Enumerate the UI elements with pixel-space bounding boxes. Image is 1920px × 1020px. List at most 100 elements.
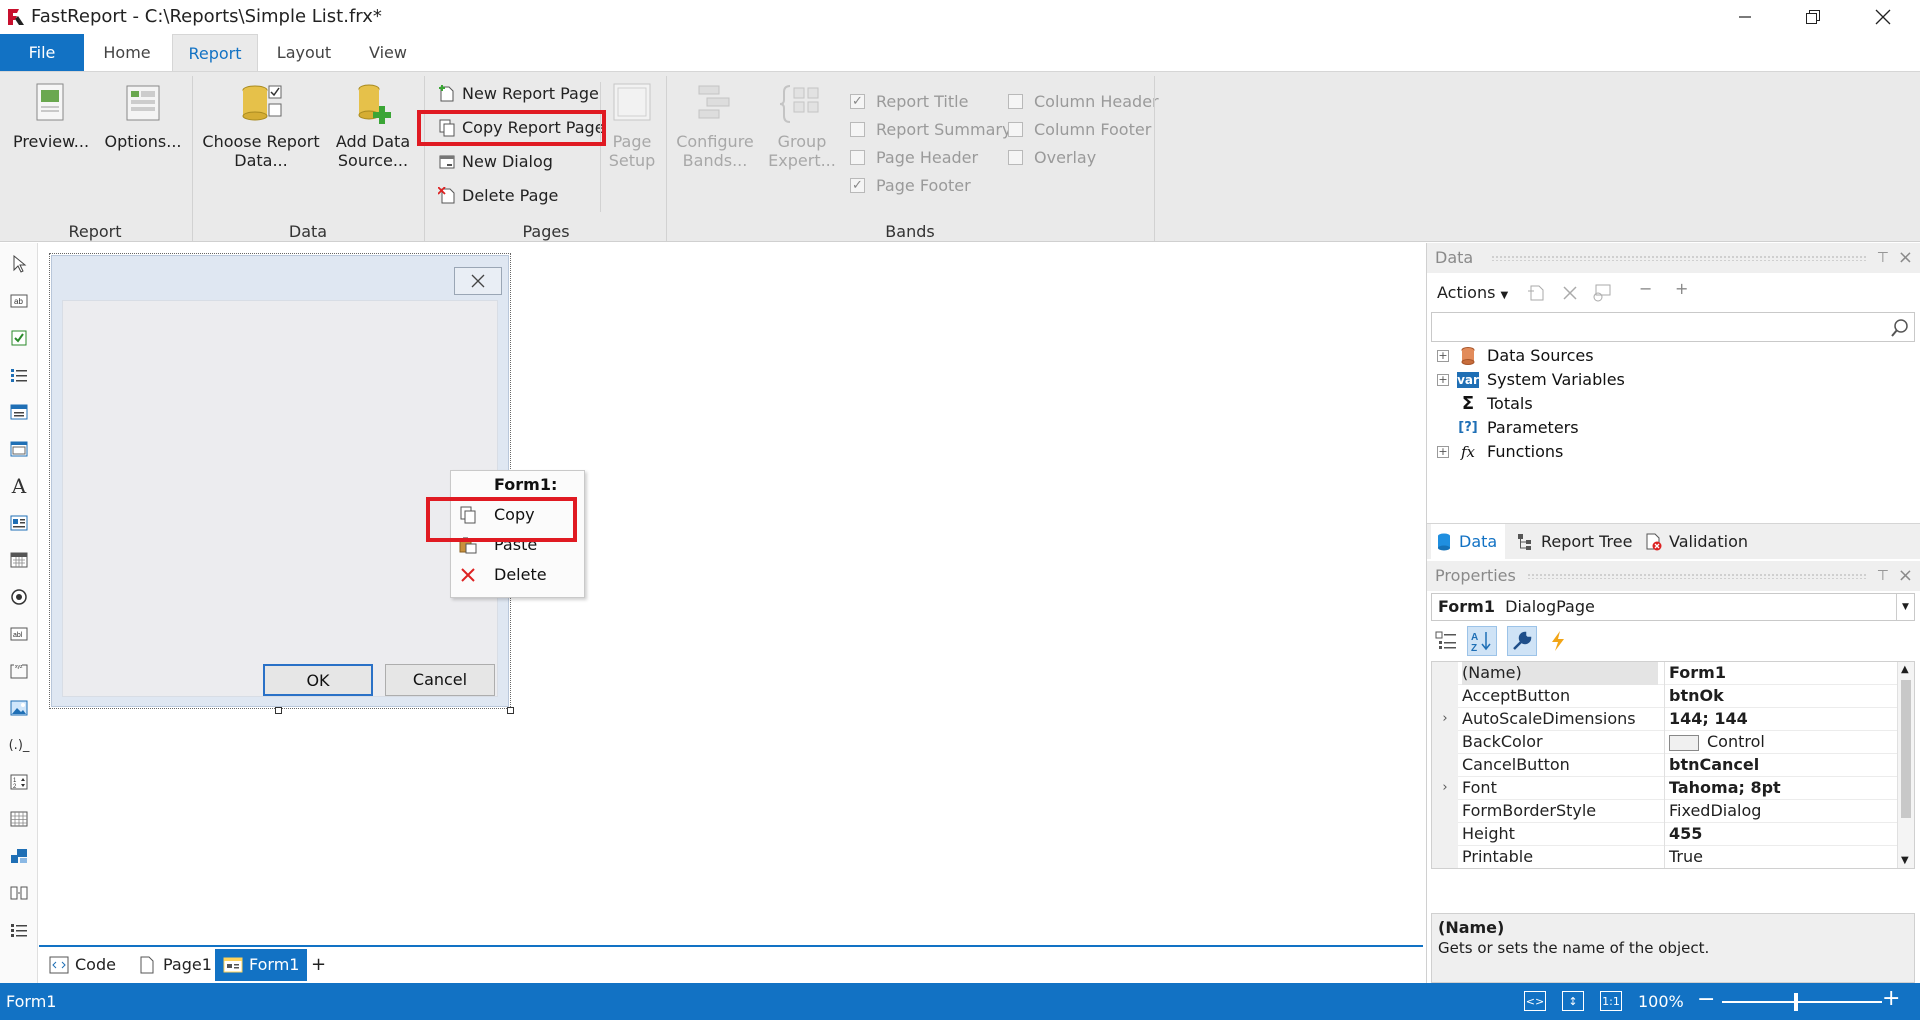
property-grid-scrollbar[interactable]: ▲ ▼ <box>1897 662 1914 868</box>
configure-bands-button[interactable]: Configure Bands... <box>672 72 758 170</box>
expand-icon[interactable]: + <box>1437 350 1449 362</box>
expand-all-button[interactable]: + <box>1675 279 1688 298</box>
close-icon[interactable]: × <box>1898 243 1913 273</box>
property-row[interactable]: FormBorderStyle FixedDialog <box>1432 800 1898 823</box>
report-title-checkbox[interactable]: ✓ Report Title <box>850 89 968 115</box>
minimize-button[interactable] <box>1710 0 1780 34</box>
property-row[interactable]: › Font Tahoma; 8pt <box>1432 777 1898 800</box>
events-button[interactable] <box>1543 626 1573 656</box>
property-row[interactable]: CancelButton btnCancel <box>1432 754 1898 777</box>
property-row[interactable]: AcceptButton btnOk <box>1432 685 1898 708</box>
ok-button[interactable]: OK <box>263 664 373 696</box>
grid-tool[interactable] <box>8 808 30 830</box>
property-value[interactable]: btnOk <box>1664 685 1898 708</box>
design-canvas[interactable]: OK Cancel Form1: Copy Paste Delete <box>39 243 1423 943</box>
radiobutton-tool[interactable] <box>8 586 30 608</box>
data-search-input[interactable] <box>1431 312 1915 342</box>
properties-button[interactable] <box>1507 626 1537 656</box>
property-row[interactable]: Printable True <box>1432 846 1898 868</box>
property-value[interactable]: 455 <box>1664 823 1898 846</box>
group-expert-button[interactable]: Group Expert... <box>762 72 842 170</box>
property-value[interactable]: FixedDialog <box>1664 800 1898 823</box>
tab-home[interactable]: Home <box>88 34 166 71</box>
tab-layout[interactable]: Layout <box>264 34 344 71</box>
overlay-checkbox[interactable]: Overlay <box>1008 145 1096 171</box>
tab-report[interactable]: Report <box>172 34 258 71</box>
textbox-alt-tool[interactable]: abl <box>8 623 30 645</box>
report-summary-checkbox[interactable]: Report Summary <box>850 117 1011 143</box>
property-value[interactable]: Form1 <box>1664 662 1898 685</box>
masked-textbox-tool-icon[interactable]: (.)_ <box>8 734 30 756</box>
groupbox-frame-tool[interactable]: xyz <box>8 660 30 682</box>
column-header-checkbox[interactable]: Column Header <box>1008 89 1159 115</box>
property-row[interactable]: BackColor Control <box>1432 731 1898 754</box>
more-tools[interactable] <box>8 919 30 941</box>
add-page-button[interactable]: + <box>303 949 334 981</box>
fit-width-icon[interactable]: <> <box>1524 991 1546 1011</box>
delete-page-button[interactable]: Delete Page <box>426 182 558 210</box>
property-row[interactable]: Height 455 <box>1432 823 1898 846</box>
data-grid-tool[interactable] <box>8 845 30 867</box>
pin-icon[interactable]: ⊤ <box>1877 561 1889 591</box>
property-row[interactable]: (Name) Form1 <box>1432 662 1898 685</box>
datetime-tool[interactable] <box>8 549 30 571</box>
pointer-tool[interactable] <box>8 253 30 275</box>
chevron-down-icon[interactable]: ▼ <box>1896 594 1914 620</box>
splitter-tool[interactable] <box>8 882 30 904</box>
delete-icon[interactable] <box>1562 285 1578 301</box>
property-value[interactable]: Tahoma; 8pt <box>1664 777 1898 800</box>
page-setup-button[interactable]: Page Setup <box>602 72 662 170</box>
edit-icon[interactable] <box>1527 283 1547 303</box>
tab-report-tree[interactable]: Report Tree <box>1513 524 1632 560</box>
new-dialog-button[interactable]: New Dialog <box>426 148 553 176</box>
view-icon[interactable] <box>1591 283 1613 303</box>
numeric-updown-tool[interactable]: 12 <box>8 771 30 793</box>
property-value[interactable]: 144; 144 <box>1664 708 1898 731</box>
scroll-down-icon[interactable]: ▼ <box>1901 855 1909 866</box>
close-icon[interactable]: × <box>1898 561 1913 591</box>
zoom-slider-thumb[interactable] <box>1794 993 1798 1011</box>
pin-icon[interactable]: ⊤ <box>1877 243 1889 273</box>
groupbox-tool[interactable] <box>8 438 30 460</box>
listbox-tool[interactable] <box>8 364 30 386</box>
picture-tool[interactable] <box>8 697 30 719</box>
expand-icon[interactable]: + <box>1437 374 1449 386</box>
page-header-checkbox[interactable]: Page Header <box>850 145 978 171</box>
add-data-source-button[interactable]: Add Data Source... <box>328 72 418 170</box>
fit-page-icon[interactable]: ↕ <box>1562 991 1584 1011</box>
dialog-form[interactable]: OK Cancel <box>51 255 509 707</box>
expand-arrow-icon[interactable]: › <box>1432 708 1458 731</box>
tab-view[interactable]: View <box>350 34 426 71</box>
scrollbar-thumb[interactable] <box>1901 680 1911 818</box>
tab-page1[interactable]: Page1 <box>129 949 220 981</box>
resize-handle-bottom-right[interactable] <box>507 707 514 714</box>
tab-code[interactable]: Code <box>41 949 124 981</box>
tab-file[interactable]: File <box>0 34 84 71</box>
actions-dropdown[interactable]: Actions ▼ <box>1437 283 1508 302</box>
column-footer-checkbox[interactable]: Column Footer <box>1008 117 1151 143</box>
tab-data[interactable]: Data <box>1431 524 1505 560</box>
tab-validation[interactable]: Validation <box>1641 524 1748 560</box>
page-footer-checkbox[interactable]: ✓ Page Footer <box>850 173 971 199</box>
close-window-button[interactable] <box>1848 0 1918 34</box>
tab-form1[interactable]: Form1 <box>215 949 308 981</box>
property-value[interactable]: Control <box>1664 731 1898 754</box>
expand-arrow-icon[interactable]: › <box>1432 777 1458 800</box>
context-menu-delete[interactable]: Delete <box>451 561 584 589</box>
object-selector[interactable]: Form1 DialogPage ▼ <box>1431 593 1915 621</box>
zoom-out-button[interactable]: − <box>1697 987 1715 1012</box>
property-value[interactable]: btnCancel <box>1664 754 1898 777</box>
collapse-all-button[interactable]: − <box>1639 279 1652 298</box>
checkbox-tool[interactable] <box>8 327 30 349</box>
categorized-button[interactable] <box>1431 626 1461 656</box>
property-value[interactable]: True <box>1664 846 1898 868</box>
richtext-tool[interactable] <box>8 512 30 534</box>
zoom-in-button[interactable]: + <box>1882 986 1900 1011</box>
restore-button[interactable] <box>1778 0 1848 34</box>
zoom-100-icon[interactable]: 1:1 <box>1600 991 1622 1011</box>
new-report-page-button[interactable]: New Report Page <box>426 80 599 108</box>
combobox-tool[interactable] <box>8 401 30 423</box>
zoom-slider[interactable] <box>1722 1001 1882 1003</box>
label-tool-icon[interactable]: A <box>8 474 30 498</box>
scroll-up-icon[interactable]: ▲ <box>1901 664 1909 675</box>
